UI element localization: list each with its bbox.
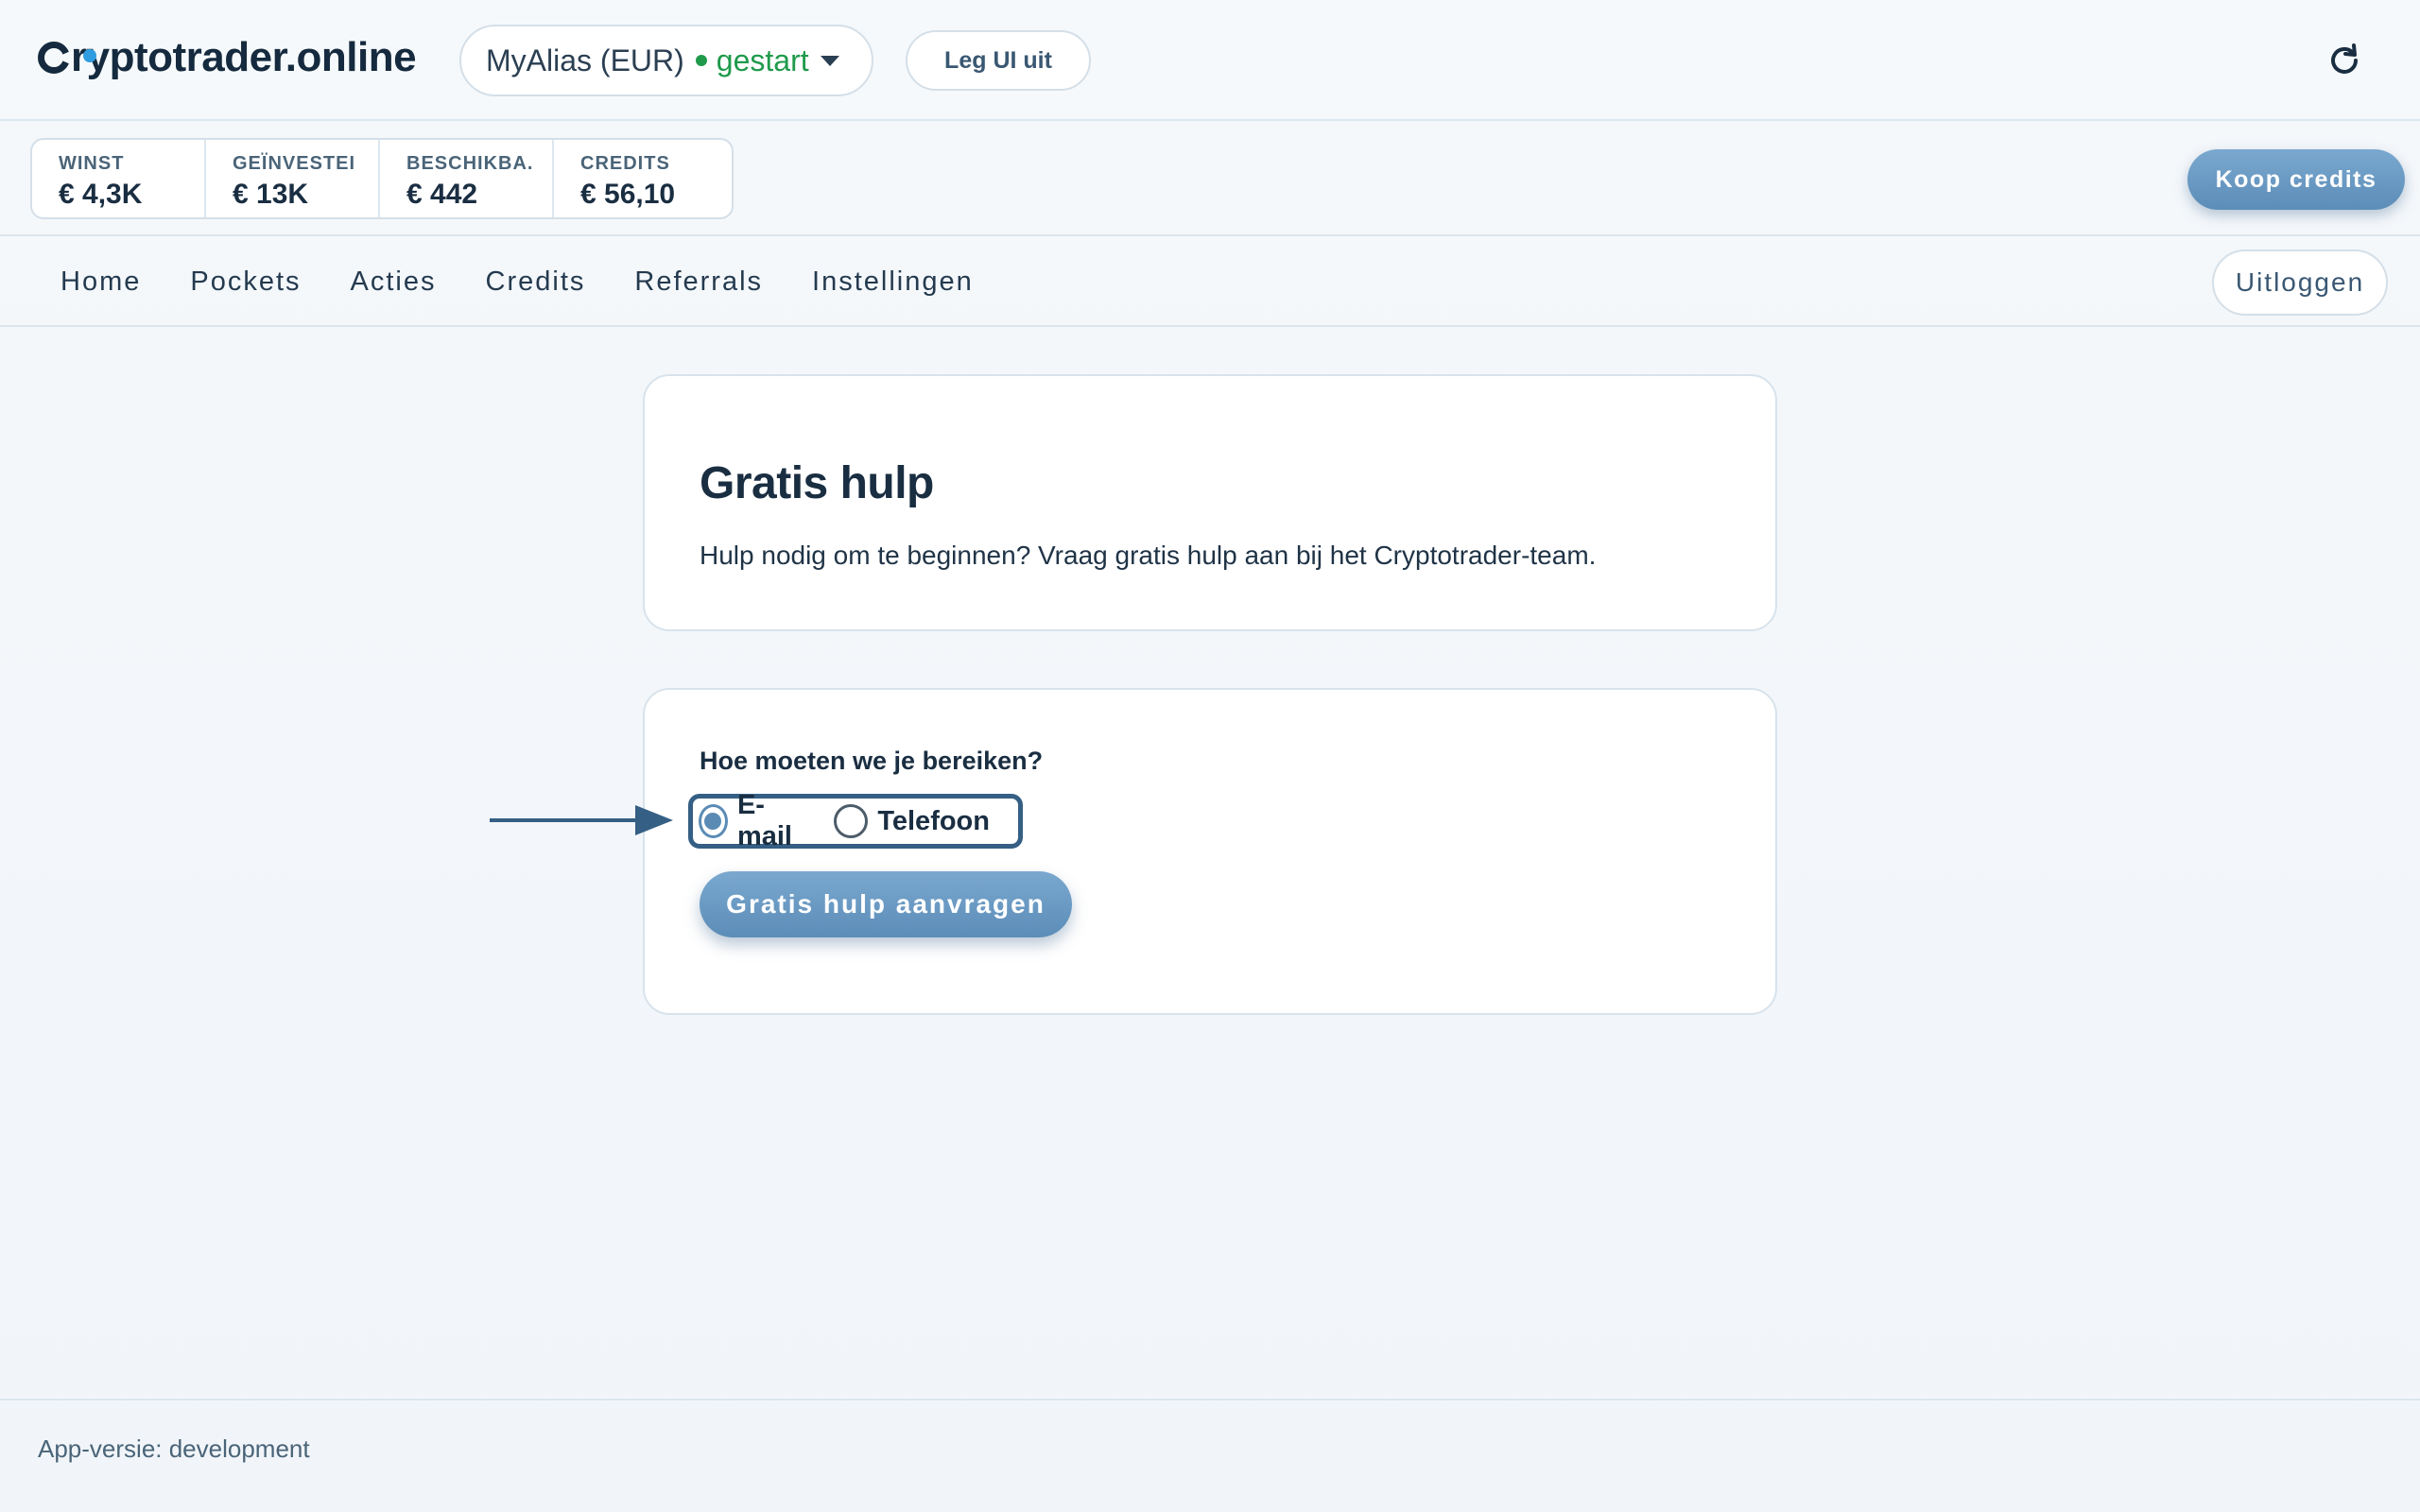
nav-item-credits[interactable]: Credits (486, 266, 586, 298)
stat-geinvesteerd: GEÏNVESTEI € 13K (206, 140, 380, 217)
stat-label: WINST (59, 153, 125, 174)
page-title: Gratis hulp (700, 458, 934, 508)
contact-method-radio-group: E-mail Telefoon (688, 790, 1023, 851)
radio-button-email[interactable] (699, 804, 728, 838)
stat-credits: CREDITS € 56,10 (554, 140, 728, 217)
contact-question: Hoe moeten we je bereiken? (700, 747, 1044, 775)
help-description: Hulp nodig om te beginnen? Vraag gratis … (700, 541, 1597, 570)
buy-credits-button[interactable]: Koop credits (2187, 149, 2405, 210)
pointer-arrow-icon (490, 805, 673, 835)
help-card: Gratis hulp Hulp nodig om te beginnen? V… (643, 374, 1777, 631)
stats-bar: WINST € 4,3K GEÏNVESTEI € 13K BESCHIKBA.… (0, 121, 2420, 236)
explain-ui-button[interactable]: Leg UI uit (906, 30, 1091, 91)
account-alias: MyAlias (EUR) (486, 43, 684, 77)
stat-label: GEÏNVESTEI (233, 153, 356, 174)
nav-item-instellingen[interactable]: Instellingen (812, 266, 974, 298)
footer: App-versie: development (0, 1399, 2420, 1512)
logo-c-icon (38, 42, 70, 74)
refresh-icon[interactable] (2325, 42, 2363, 79)
stat-value: € 442 (406, 179, 478, 210)
chevron-down-icon (820, 55, 839, 66)
nav-item-pockets[interactable]: Pockets (190, 266, 301, 298)
stat-value: € 56,10 (580, 179, 676, 210)
radio-button-phone[interactable] (834, 804, 869, 838)
request-help-button[interactable]: Gratis hulp aanvragen (700, 871, 1072, 937)
stat-winst: WINST € 4,3K (32, 140, 206, 217)
account-status: gestart (716, 43, 809, 77)
radio-option-phone[interactable]: Telefoon (834, 804, 990, 838)
stat-value: € 13K (233, 179, 309, 210)
status-dot-icon (695, 55, 707, 66)
stat-label: BESCHIKBA. (406, 153, 534, 174)
app-version: App-versie: development (38, 1435, 310, 1463)
stat-label: CREDITS (580, 153, 670, 174)
contact-card: Hoe moeten we je bereiken? E-mail Telefo… (643, 688, 1777, 1015)
logo-dot-icon (83, 49, 96, 62)
radio-option-email[interactable]: E-mail (699, 790, 805, 852)
account-selector[interactable]: MyAlias (EUR) gestart (459, 25, 873, 96)
logo[interactable]: ryptotrader.online (38, 34, 417, 81)
main-nav: Home Pockets Acties Credits Referrals In… (0, 236, 2420, 327)
nav-item-acties[interactable]: Acties (351, 266, 437, 298)
nav-item-referrals[interactable]: Referrals (634, 266, 763, 298)
top-bar: ryptotrader.online MyAlias (EUR) gestart… (0, 0, 2420, 121)
stats-panel: WINST € 4,3K GEÏNVESTEI € 13K BESCHIKBA.… (30, 138, 734, 219)
logo-text: ryptotrader.online (71, 34, 417, 80)
nav-item-home[interactable]: Home (60, 266, 141, 298)
radio-label: E-mail (736, 790, 792, 851)
stat-value: € 4,3K (59, 179, 143, 210)
logout-button[interactable]: Uitloggen (2212, 249, 2388, 316)
radio-label: Telefoon (877, 805, 990, 836)
stat-beschikbaar: BESCHIKBA. € 442 (380, 140, 554, 217)
